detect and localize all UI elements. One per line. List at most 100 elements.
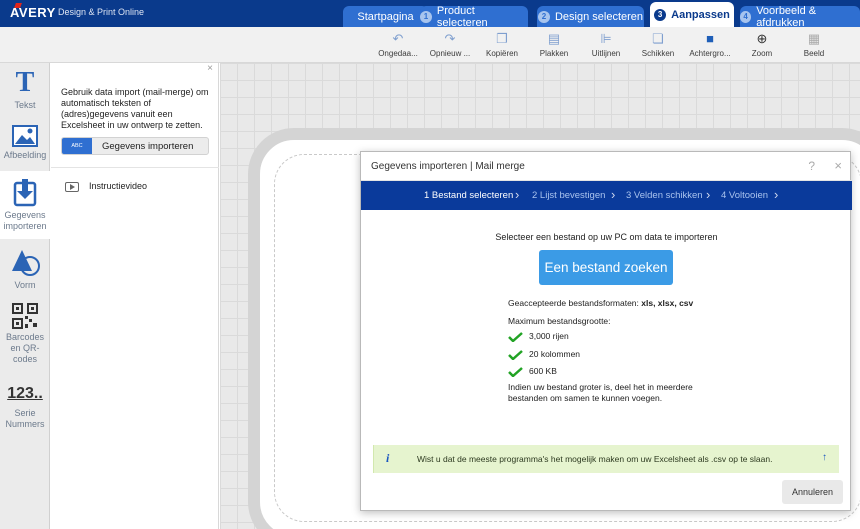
tab-label: Voorbeeld & afdrukken: [756, 4, 817, 29]
step-number-badge: 3: [654, 8, 667, 21]
tool-label: Achtergro...: [689, 49, 731, 58]
tool-label: Ongedaa...: [378, 49, 418, 58]
find-file-button[interactable]: Een bestand zoeken: [539, 250, 673, 285]
checkmark-icon: [508, 331, 523, 342]
intro-text: Selecteer een bestand op uw PC om data t…: [495, 232, 718, 242]
checkmark-icon: [508, 366, 523, 377]
app-subtitle: Design & Print Online: [58, 7, 145, 17]
tool-label: Opnieuw ...: [429, 49, 471, 58]
rail-label: Vorm: [14, 280, 36, 290]
background-icon: ■: [706, 31, 714, 46]
accepted-formats: Geaccepteerde bestandsformaten: xls, xls…: [508, 298, 693, 308]
step-number-badge: 4: [740, 10, 752, 23]
rail-item-image[interactable]: Afbeelding: [0, 125, 50, 161]
tip-text: Wist u dat de meeste programma's het mog…: [417, 454, 773, 464]
rail-item-barcodes[interactable]: Barcodes en QR-codes: [0, 303, 50, 365]
instruction-video-link[interactable]: Instructievideo: [65, 181, 147, 192]
step-arrange-fields: 3 Velden schikken: [626, 190, 703, 201]
paste-button[interactable]: ▤ Plakken: [526, 30, 582, 58]
split-file-note: Indien uw bestand groter is, deel het in…: [508, 382, 693, 403]
wizard-steps: 1 Bestand selecteren › 2 Lijst bevestige…: [361, 181, 852, 210]
import-icon: [13, 179, 37, 207]
chevron-right-icon: ›: [774, 187, 779, 202]
rail-label: Afbeelding: [3, 150, 47, 160]
copy-button[interactable]: ❐ Kopiëren: [474, 30, 530, 58]
limit-label: 600 KB: [529, 366, 557, 376]
align-icon: ⊫: [600, 31, 612, 46]
tab-aanpassen[interactable]: 3 Aanpassen: [650, 2, 734, 27]
step-confirm-list: 2 Lijst bevestigen: [532, 190, 606, 201]
zoom-icon: ⊕: [756, 31, 768, 46]
dialog-title: Gegevens importeren | Mail merge: [371, 161, 525, 172]
redo-button[interactable]: ↷ Opnieuw ...: [422, 30, 478, 58]
redo-icon: ↷: [444, 31, 456, 46]
undo-icon: ↶: [392, 31, 404, 46]
checkmark-icon: [508, 349, 523, 360]
panel-close-icon[interactable]: ×: [207, 63, 213, 74]
rail-label: Barcodes en QR-codes: [5, 332, 45, 364]
close-icon[interactable]: ×: [834, 158, 842, 173]
import-dialog: Gegevens importeren | Mail merge ? × 1 B…: [360, 151, 852, 511]
divider: [51, 167, 219, 168]
chevron-right-icon: ›: [611, 187, 616, 202]
panel-description: Gebruik data import (mail-merge) om auto…: [61, 87, 209, 130]
background-button[interactable]: ■ Achtergro...: [682, 30, 738, 58]
rail-label: Tekst: [14, 100, 36, 110]
arrange-icon: ❏: [652, 31, 664, 46]
grid-icon: ▦: [807, 31, 821, 46]
limit-label: 20 kolommen: [529, 349, 581, 359]
rail-item-serial-numbers[interactable]: 123.. Serie Nummers: [0, 383, 50, 430]
step-number-badge: 2: [537, 10, 550, 23]
view-button[interactable]: ▦ Beeld: [786, 30, 842, 58]
tab-label: Startpagina: [357, 10, 414, 23]
tab-design-selecteren[interactable]: 2 Design selecteren: [537, 6, 644, 27]
tab-label: Product selecteren: [436, 4, 488, 29]
top-bar: AVERY Design & Print Online Startpagina …: [0, 0, 860, 29]
limit-size: 600 KB: [508, 366, 557, 377]
import-data-button[interactable]: ABC Gegevens importeren: [61, 137, 209, 155]
tool-label: Zoom: [751, 49, 773, 58]
limit-rows: 3,000 rijen: [508, 331, 569, 342]
step-finish: 4 Voltooien: [721, 190, 769, 201]
tab-startpagina[interactable]: Startpagina: [343, 6, 428, 27]
tab-product-selecteren[interactable]: 1 Product selecteren: [420, 4, 528, 29]
undo-button[interactable]: ↶ Ongedaa...: [370, 30, 426, 58]
abc-icon: ABC: [62, 138, 92, 154]
import-data-label: Gegevens importeren: [102, 141, 194, 152]
tab-voorbeeld-afdrukken[interactable]: 4 Voorbeeld & afdrukken: [740, 4, 860, 29]
left-rail: T Tekst Afbeelding Gegevens importeren V…: [0, 63, 50, 529]
play-icon: [65, 181, 79, 192]
dialog-header: Gegevens importeren | Mail merge ? ×: [361, 152, 852, 181]
tab-label: Aanpassen: [671, 8, 730, 21]
max-size-label: Maximum bestandsgrootte:: [508, 316, 611, 326]
tool-label: Kopiëren: [485, 49, 519, 58]
arrange-button[interactable]: ❏ Schikken: [630, 30, 686, 58]
chevron-right-icon: ›: [515, 187, 520, 202]
rail-label: Serie Nummers: [5, 408, 45, 429]
text-icon: T: [15, 67, 35, 98]
cancel-button[interactable]: Annuleren: [782, 480, 843, 504]
zoom-button[interactable]: ⊕ Zoom: [734, 30, 790, 58]
tool-label: Uitlijnen: [591, 49, 621, 58]
tab-label: Design selecteren: [554, 10, 644, 23]
arrow-up-icon[interactable]: ↑: [822, 452, 827, 463]
rail-item-shape[interactable]: Vorm: [0, 247, 50, 291]
limit-label: 3,000 rijen: [529, 331, 569, 341]
toolbar: ↶ Ongedaa... ↷ Opnieuw ... ❐ Kopiëren ▤ …: [0, 27, 860, 63]
step-number-badge: 1: [420, 10, 432, 23]
copy-icon: ❐: [496, 31, 508, 46]
info-icon: i: [386, 451, 390, 465]
help-icon[interactable]: ?: [808, 159, 815, 173]
limit-columns: 20 kolommen: [508, 349, 580, 360]
rail-item-import[interactable]: Gegevens importeren: [0, 171, 50, 239]
csv-tip-banner: i Wist u dat de meeste programma's het m…: [373, 445, 839, 473]
video-label: Instructievideo: [89, 181, 148, 191]
chevron-right-icon: ›: [706, 187, 711, 202]
shape-icon: [12, 250, 40, 276]
rail-item-text[interactable]: T Tekst: [0, 69, 50, 111]
import-panel: × Gebruik data import (mail-merge) om au…: [51, 63, 219, 529]
paste-icon: ▤: [547, 31, 561, 46]
align-button[interactable]: ⊫ Uitlijnen: [578, 30, 634, 58]
qr-code-icon: [12, 303, 38, 329]
avery-logo[interactable]: AVERY: [10, 5, 56, 20]
